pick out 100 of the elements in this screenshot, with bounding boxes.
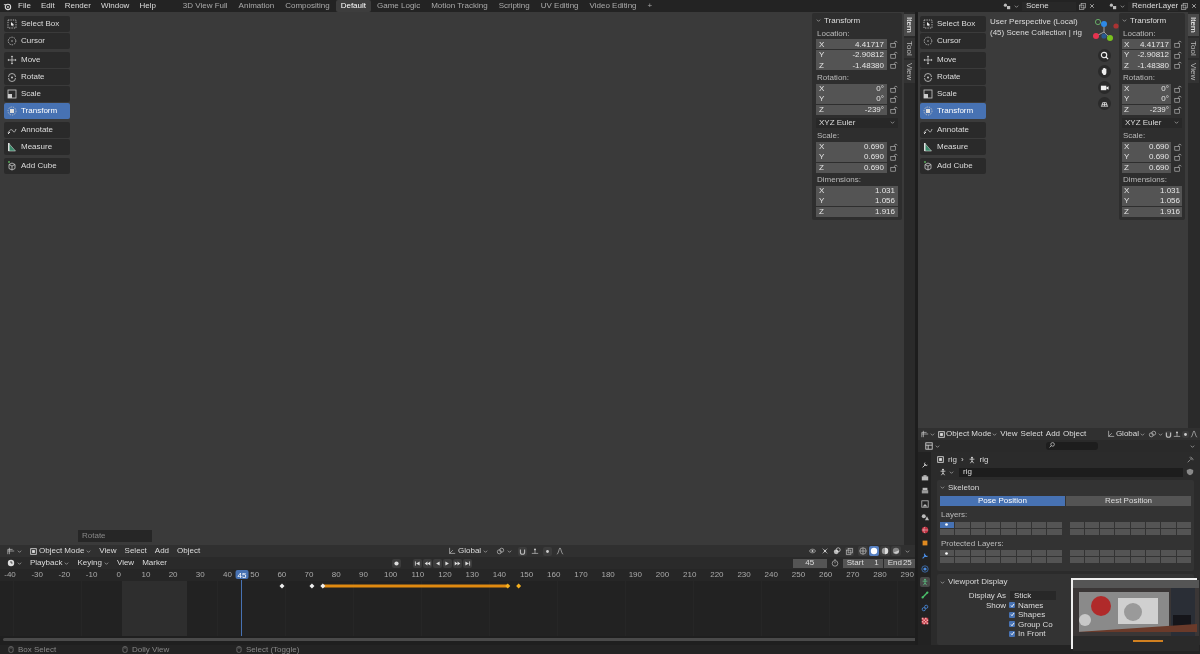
tool-button[interactable]: Annotate [4, 122, 70, 138]
workspace-tab[interactable]: Scripting [493, 0, 535, 12]
menu-item[interactable]: Marker [140, 558, 170, 568]
tool-button[interactable]: Cursor [4, 33, 70, 49]
tool-button[interactable]: Move [920, 52, 986, 68]
number-field[interactable]: Z 0.690 [1122, 162, 1171, 173]
orientation-dropdown[interactable]: Global [1105, 429, 1146, 439]
number-field[interactable]: Y 1.056 [1122, 196, 1182, 207]
menu-item[interactable]: File [14, 0, 35, 12]
workspace-tab[interactable]: Animation [233, 0, 280, 12]
number-field[interactable]: Z -1.48380 [1122, 60, 1171, 71]
number-field[interactable]: X 1.031 [816, 185, 898, 196]
tool-button[interactable]: Cursor [920, 33, 986, 49]
number-field[interactable]: X 0° [816, 83, 887, 94]
status-text: Dolly View [132, 644, 170, 654]
tool-button[interactable]: Select Box [920, 16, 986, 32]
tool-button[interactable]: Move [4, 52, 70, 68]
menu-item[interactable]: Render [60, 0, 95, 12]
number-field[interactable]: Y 0° [1122, 94, 1171, 105]
mode-dropdown[interactable]: Object Mode [28, 546, 94, 556]
tool-button[interactable]: Transform [4, 103, 70, 119]
menu-item[interactable]: Edit [36, 0, 59, 12]
number-field[interactable]: Y 1.056 [816, 196, 898, 207]
tool-button[interactable]: Measure [4, 139, 70, 155]
playhead-frame-label[interactable]: 45 [235, 570, 249, 579]
number-field[interactable]: X 4.41717 [816, 39, 887, 50]
number-field[interactable]: Y 0.690 [816, 152, 887, 163]
sidebar-tab[interactable]: View [1188, 60, 1199, 84]
menu-item[interactable]: Playback [28, 558, 72, 568]
breadcrumb-item[interactable]: rig [948, 455, 957, 465]
sidebar-tab[interactable]: Tool [904, 37, 915, 59]
sidebar-tab[interactable]: Tool [1188, 37, 1199, 59]
menu-item[interactable]: Object [1062, 429, 1088, 439]
workspace-tab[interactable]: UV Editing [535, 0, 584, 12]
menu-item[interactable]: Keying [75, 558, 111, 568]
sidebar-tab[interactable]: Item [1188, 14, 1199, 36]
menu-item[interactable]: Select [122, 546, 149, 556]
number-field[interactable]: X 0° [1122, 83, 1171, 94]
tool-button[interactable]: Add Cube [4, 158, 70, 174]
field-label: Protected Layers: [941, 538, 1005, 549]
mode-dropdown[interactable]: Object Mode [937, 429, 999, 439]
workspace-tab[interactable]: Motion Tracking [426, 0, 493, 12]
tool-button[interactable]: Select Box [4, 16, 70, 32]
workspace-tab[interactable]: Compositing [280, 0, 335, 12]
number-field[interactable]: X 0.690 [1122, 141, 1171, 152]
display-dropdown[interactable]: Stick [1010, 591, 1056, 601]
tool-button[interactable]: Transform [920, 103, 986, 119]
menu-item[interactable]: Window [96, 0, 134, 12]
sidebar-tab[interactable]: View [904, 60, 915, 84]
menu-item[interactable]: Object [175, 546, 203, 556]
menu-item[interactable]: View [114, 558, 137, 568]
number-field[interactable]: Y -2.90812 [1122, 49, 1171, 60]
rotation-mode-dropdown[interactable]: XYZ Euler [1122, 117, 1182, 128]
rotation-mode-dropdown[interactable]: XYZ Euler [816, 117, 898, 128]
number-field[interactable]: Z -239° [1122, 104, 1171, 115]
add-tab-button[interactable]: + [642, 0, 658, 12]
workspace-tab[interactable]: Video Editing [584, 0, 642, 12]
workspace-tab[interactable]: Default [335, 0, 371, 12]
number-field[interactable]: Z -1.48380 [816, 60, 887, 71]
field-label: Rotation: [817, 72, 851, 83]
number-field[interactable]: X 4.41717 [1122, 39, 1171, 50]
menu-item[interactable]: View [97, 546, 119, 556]
operator-panel[interactable]: Rotate [78, 530, 152, 542]
tool-button[interactable]: Rotate [920, 69, 986, 85]
menu-item[interactable]: Help [135, 0, 160, 12]
workspace-tab[interactable]: Game Logic [372, 0, 426, 12]
name-field[interactable]: Scene [1022, 1, 1076, 11]
menu-item[interactable]: Add [152, 546, 172, 556]
axis-label: Z [819, 104, 824, 115]
tool-button[interactable]: Scale [4, 86, 70, 102]
tool-button[interactable]: Annotate [920, 122, 986, 138]
frame-field[interactable]: 45 [792, 558, 827, 568]
number-field[interactable]: Z 1.916 [1122, 206, 1182, 217]
number-field[interactable]: X 1.031 [1122, 185, 1182, 196]
number-field[interactable]: Y 0° [816, 94, 887, 105]
menu-item[interactable]: View [999, 429, 1019, 439]
menu-item[interactable]: Add [1044, 429, 1062, 439]
orientation-dropdown[interactable]: Global [446, 546, 491, 556]
tool-button[interactable]: Measure [920, 139, 986, 155]
breadcrumb-item[interactable]: rig [979, 455, 989, 465]
name-field[interactable]: RenderLayer [1128, 1, 1178, 11]
name-field[interactable]: rig [959, 467, 1183, 477]
toggle-button[interactable]: Pose Position [940, 496, 1065, 507]
tool-button[interactable]: Add Cube [920, 158, 986, 174]
menu-item[interactable]: Select [1019, 429, 1044, 439]
workspace-tab[interactable]: 3D View Full [177, 0, 233, 12]
frame-range-field[interactable]: End25 [883, 558, 915, 568]
number-field[interactable]: Z 0.690 [816, 162, 887, 173]
frame-range-field[interactable]: Start 1 [842, 558, 883, 568]
number-field[interactable]: Z 1.916 [816, 206, 898, 217]
number-field[interactable]: Y -2.90812 [816, 49, 887, 60]
number-field[interactable]: Y 0.690 [1122, 152, 1171, 163]
sidebar-tab[interactable]: Item [904, 14, 915, 36]
number-field[interactable]: Z -239° [816, 104, 887, 115]
ruler-label: 280 [873, 570, 887, 580]
axis-label: Y [1124, 94, 1130, 104]
tool-button[interactable]: Scale [920, 86, 986, 102]
number-field[interactable]: X 0.690 [816, 141, 887, 152]
tool-button[interactable]: Rotate [4, 69, 70, 85]
toggle-button[interactable]: Rest Position [1066, 496, 1191, 507]
